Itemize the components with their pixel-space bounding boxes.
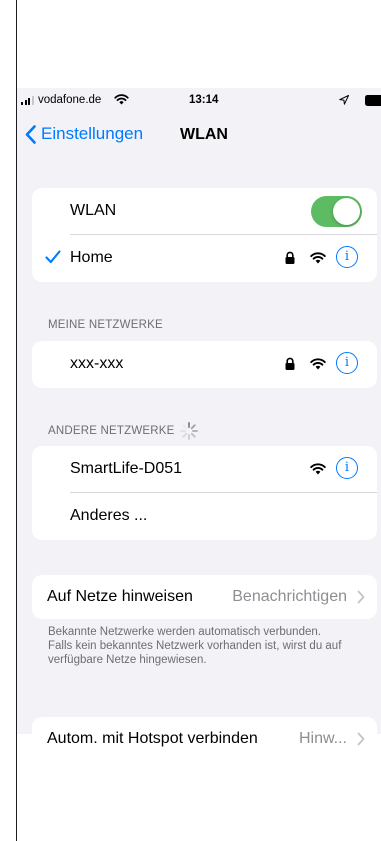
ask-to-join-footnote: Bekannte Netzwerke werden automatisch ve… (48, 626, 342, 666)
other-network-row[interactable]: Anderes ... (32, 493, 377, 540)
my-networks-header: MEINE NETZWERKE (48, 319, 163, 331)
toggle-knob (333, 198, 360, 225)
signal-strength-icon (21, 96, 35, 105)
back-button[interactable]: Einstellungen (25, 122, 143, 146)
status-bar: vodafone.de 13:14 (17, 88, 381, 114)
lock-icon (285, 357, 295, 370)
chevron-left-icon (25, 124, 36, 144)
location-arrow-icon (339, 95, 349, 105)
connected-network-row[interactable]: Home i (32, 235, 377, 282)
other-networks-header-row: ANDERE NETZWERKE (17, 422, 381, 441)
carrier-name: vodafone.de (38, 94, 102, 106)
network-row[interactable]: SmartLife-D051 i (32, 446, 377, 493)
wlan-toggle-row: WLAN (32, 188, 377, 235)
auto-hotspot-value: Hinw... (298, 730, 347, 747)
lock-icon (285, 251, 295, 264)
auto-hotspot-row[interactable]: Autom. mit Hotspot verbinden Hinw... (32, 717, 377, 761)
wifi-status-icon (114, 94, 129, 105)
wifi-signal-icon (310, 358, 326, 370)
network-name: SmartLife-D051 (70, 460, 183, 477)
info-icon[interactable]: i (336, 246, 358, 268)
wifi-signal-icon (310, 463, 326, 475)
ask-to-join-value: Benachrichtigen (232, 588, 347, 605)
my-networks-group: xxx-xxx i (32, 341, 377, 388)
info-icon[interactable]: i (336, 457, 358, 479)
phone-frame: vodafone.de 13:14 Einstellungen WLAN WLA… (16, 0, 381, 841)
page-title: WLAN (180, 126, 228, 143)
other-networks-header: ANDERE NETZWERKE (48, 425, 175, 437)
navigation-bar: Einstellungen WLAN (17, 118, 381, 148)
settings-screen: vodafone.de 13:14 Einstellungen WLAN WLA… (17, 88, 381, 761)
connected-network-name: Home (70, 249, 113, 266)
ask-to-join-title: Auf Netze hinweisen (47, 588, 193, 605)
other-network-label: Anderes ... (70, 507, 148, 524)
network-name: xxx-xxx (70, 355, 124, 372)
battery-icon (365, 95, 381, 106)
checkmark-icon (45, 250, 61, 264)
info-icon[interactable]: i (336, 352, 358, 374)
network-row[interactable]: xxx-xxx i (32, 341, 377, 388)
wlan-group: WLAN Home i (32, 188, 377, 282)
ask-to-join-row[interactable]: Auf Netze hinweisen Benachrichtigen (32, 575, 377, 619)
hotspot-group: Autom. mit Hotspot verbinden Hinw... (32, 717, 377, 761)
wifi-signal-icon (310, 252, 326, 264)
ask-to-join-group: Auf Netze hinweisen Benachrichtigen (32, 575, 377, 619)
wlan-toggle-label: WLAN (70, 202, 117, 219)
auto-hotspot-title: Autom. mit Hotspot verbinden (47, 730, 258, 747)
back-button-label: Einstellungen (41, 124, 144, 143)
chevron-right-icon (357, 590, 365, 604)
loading-spinner-icon (180, 422, 198, 440)
other-networks-group: SmartLife-D051 i Anderes ... (32, 446, 377, 540)
clock: 13:14 (189, 94, 219, 106)
chevron-right-icon (357, 732, 365, 746)
wlan-toggle[interactable] (311, 196, 362, 227)
